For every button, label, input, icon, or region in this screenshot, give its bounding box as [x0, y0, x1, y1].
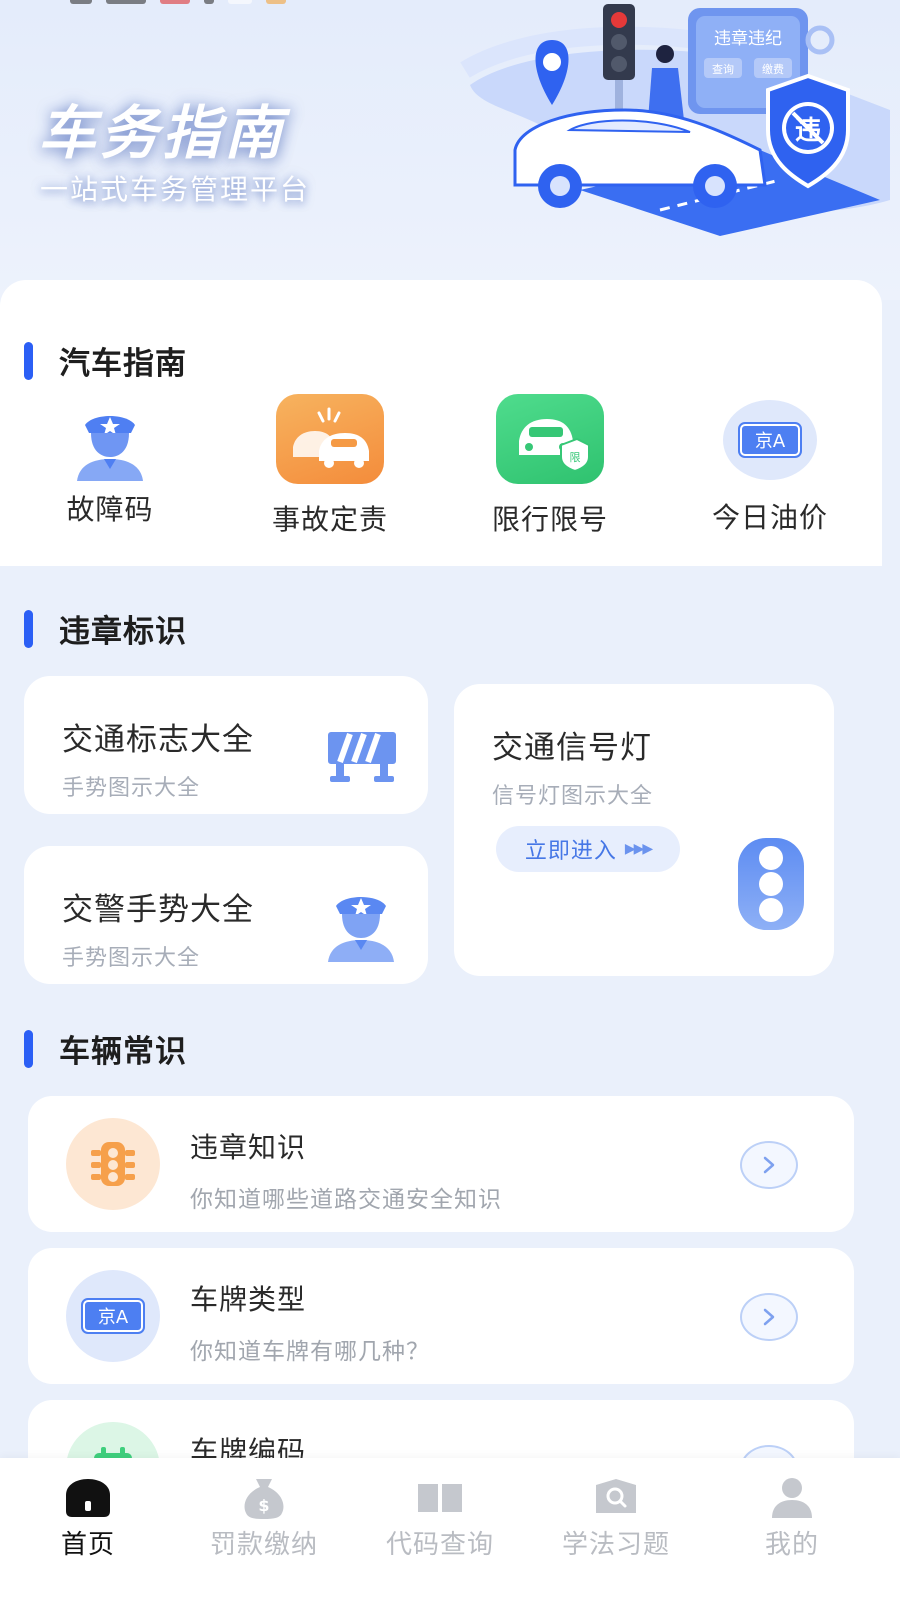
tab-fine-payment[interactable]: $ 罚款缴纳 [176, 1458, 352, 1600]
card-traffic-light[interactable]: 交通信号灯 信号灯图示大全 立即进入 ▶▶▶ [454, 684, 834, 976]
bottom-tab-bar: 首页 $ 罚款缴纳 代码查询 学法习题 我的 [0, 1458, 900, 1600]
guide-item-label: 事故定责 [271, 503, 388, 536]
section-accent-bar [24, 1029, 33, 1068]
card-title: 交通标志大全 [62, 722, 254, 758]
card-subtitle: 手势图示大全 [62, 776, 201, 801]
tab-law-quiz[interactable]: 学法习题 [528, 1458, 704, 1600]
tab-profile[interactable]: 我的 [704, 1458, 880, 1600]
section-title: 汽车指南 [59, 346, 187, 382]
svg-text:限: 限 [570, 451, 581, 464]
car-guide-section: 汽车指南 故障码 事故定责 限 限行限号 京A 今日油价 [0, 280, 882, 566]
section-header: 汽车指南 [24, 338, 187, 383]
svg-text:违章违纪: 违章违纪 [714, 29, 782, 49]
list-item-violation-knowledge[interactable]: 违章知识 你知道哪些道路交通安全知识 [28, 1096, 854, 1232]
enter-now-button[interactable]: 立即进入 ▶▶▶ [496, 826, 680, 872]
chevron-right-icon[interactable] [740, 1293, 798, 1341]
svg-text:查询: 查询 [712, 62, 734, 76]
section-title: 违章标识 [59, 614, 187, 650]
svg-text:$: $ [258, 1496, 269, 1515]
traffic-light-icon [66, 1118, 160, 1210]
section-accent-bar [24, 609, 33, 648]
home-icon [58, 1474, 118, 1522]
guide-item-accident[interactable]: 事故定责 [240, 394, 420, 544]
tab-label: 我的 [764, 1530, 819, 1560]
book-icon [410, 1474, 470, 1522]
banner-subtitle: 一站式车务管理平台 [40, 173, 311, 206]
guide-item-label: 今日油价 [711, 501, 828, 534]
license-plate-icon: 京A [66, 1270, 160, 1362]
tab-home[interactable]: 首页 [0, 1458, 176, 1600]
guide-item-fault-code[interactable]: 故障码 [20, 400, 200, 530]
list-item-plate-types[interactable]: 京A 车牌类型 你知道车牌有哪几种？ [28, 1248, 854, 1384]
triple-arrow-icon: ▶▶▶ [624, 841, 653, 857]
tab-label: 罚款缴纳 [209, 1530, 318, 1560]
traffic-light-icon [738, 838, 804, 930]
list-item-subtitle: 你知道哪些道路交通安全知识 [190, 1187, 502, 1213]
status-bar [70, 0, 286, 4]
road-barrier-icon [328, 732, 396, 782]
user-icon [762, 1474, 822, 1522]
guide-item-fuel-price[interactable]: 京A 今日油价 [680, 400, 860, 540]
card-title: 交警手势大全 [62, 892, 254, 928]
header-banner: 车务指南 一站式车务管理平台 违章违纪 查询 缴费 违 [0, 0, 900, 300]
list-item-title: 违章知识 [190, 1131, 307, 1164]
enter-button-label: 立即进入 [524, 839, 617, 864]
svg-text:缴费: 缴费 [762, 62, 784, 76]
money-bag-icon: $ [234, 1474, 294, 1522]
guide-item-label: 故障码 [66, 493, 154, 526]
card-subtitle: 信号灯图示大全 [492, 784, 654, 809]
section-header: 违章标识 [24, 606, 187, 651]
traffic-police-icon [65, 406, 155, 486]
tab-label: 学法习题 [561, 1530, 670, 1560]
card-subtitle: 手势图示大全 [62, 946, 201, 971]
gear-icon [805, 25, 835, 55]
restricted-car-icon: 限 [496, 394, 604, 484]
tab-label: 首页 [60, 1530, 115, 1560]
list-item-subtitle: 你知道车牌有哪几种？ [190, 1339, 430, 1365]
car-accident-icon [276, 394, 384, 484]
traffic-police-icon [328, 897, 394, 962]
card-title: 交通信号灯 [492, 730, 652, 766]
app-screen: 车务指南 一站式车务管理平台 违章违纪 查询 缴费 违 汽车指南 故障码 事故定… [0, 0, 900, 1600]
plate-text: 京A [738, 422, 802, 458]
chevron-right-icon[interactable] [740, 1141, 798, 1189]
banner-title: 车务指南 [38, 99, 287, 167]
section-header: 车辆常识 [24, 1026, 187, 1071]
guide-item-restriction[interactable]: 限 限行限号 [460, 394, 640, 544]
license-plate-icon: 京A [723, 400, 817, 480]
list-item-title: 车牌类型 [190, 1283, 307, 1316]
tab-label: 代码查询 [385, 1530, 494, 1560]
tab-code-lookup[interactable]: 代码查询 [352, 1458, 528, 1600]
card-traffic-signs[interactable]: 交通标志大全 手势图示大全 [24, 676, 428, 814]
guide-item-label: 限行限号 [491, 503, 608, 536]
section-accent-bar [24, 341, 33, 380]
card-police-gestures[interactable]: 交警手势大全 手势图示大全 [24, 846, 428, 984]
section-title: 车辆常识 [59, 1034, 187, 1070]
plate-text: 京A [81, 1298, 145, 1334]
search-doc-icon [586, 1474, 646, 1522]
car-illustration: 违章违纪 查询 缴费 违 [460, 4, 890, 236]
